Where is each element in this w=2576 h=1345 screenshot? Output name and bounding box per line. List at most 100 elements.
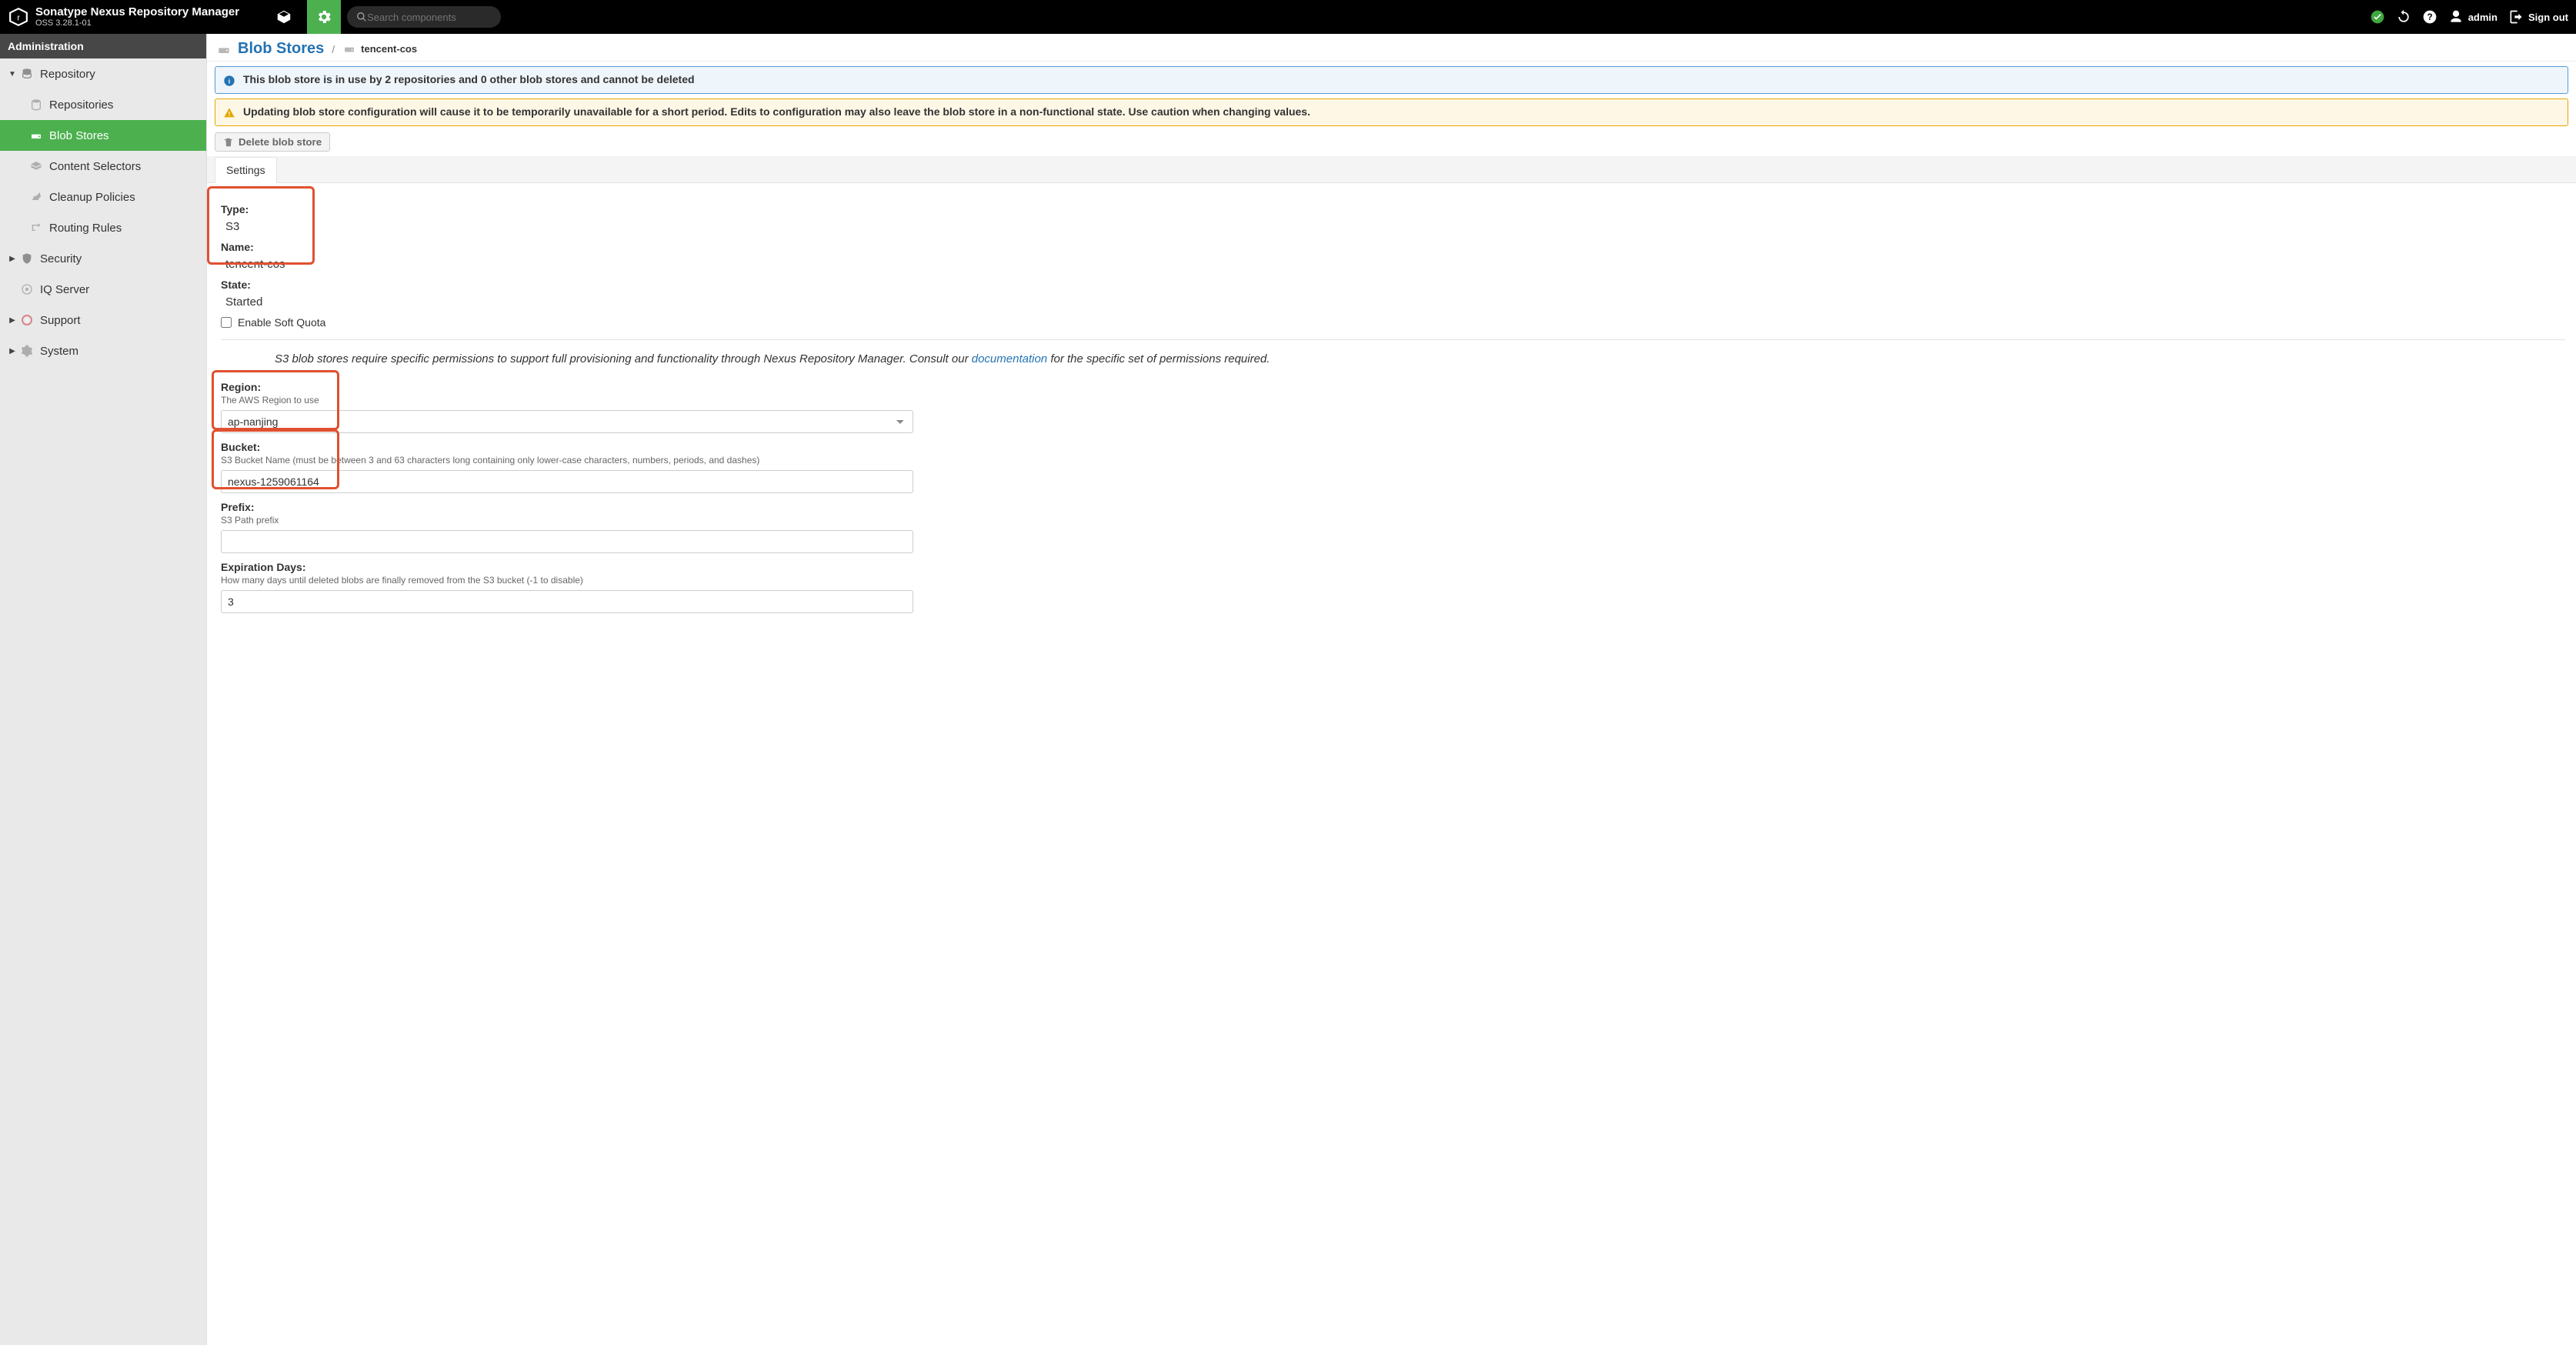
database-icon: [29, 98, 43, 112]
soft-quota-label: Enable Soft Quota: [238, 316, 325, 329]
settings-form: Type: S3 Name: tencent-cos State: Starte…: [207, 183, 2576, 636]
soft-quota-input[interactable]: [221, 317, 232, 328]
browse-mode-button[interactable]: [267, 0, 301, 34]
sidebar-item-routing[interactable]: Routing Rules: [0, 212, 206, 243]
sidebar-item-label: IQ Server: [40, 283, 89, 296]
gear-icon: [20, 344, 34, 358]
help-icon[interactable]: ?: [2422, 9, 2438, 25]
main-content: Blob Stores / tencent-cos i This blob st…: [207, 34, 2576, 1345]
svg-text:i: i: [229, 77, 230, 85]
soft-quota-checkbox[interactable]: Enable Soft Quota: [221, 316, 2565, 329]
sidebar-item-repositories[interactable]: Repositories: [0, 89, 206, 120]
brand-block: Sonatype Nexus Repository Manager OSS 3.…: [35, 6, 239, 28]
search-input[interactable]: [367, 12, 490, 23]
state-label: State:: [221, 279, 2565, 291]
sidebar-item-contentselectors[interactable]: Content Selectors: [0, 151, 206, 182]
product-title: Sonatype Nexus Repository Manager: [35, 6, 239, 19]
search-icon: [356, 12, 367, 22]
sidebar-item-label: System: [40, 345, 78, 358]
info-icon: i: [223, 75, 235, 87]
sidebar-item-iqserver[interactable]: IQ Server: [0, 274, 206, 305]
sidebar-item-cleanup[interactable]: Cleanup Policies: [0, 182, 206, 212]
info-alert-text: This blob store is in use by 2 repositor…: [243, 73, 695, 85]
svg-text:?: ?: [2427, 12, 2432, 22]
sidebar-item-label: Repository: [40, 68, 95, 81]
sidebar-item-repository[interactable]: ▼ Repository: [0, 58, 206, 89]
caret-right-icon: ▶: [8, 316, 17, 325]
sidebar-item-label: Routing Rules: [49, 222, 122, 235]
product-version: OSS 3.28.1-01: [35, 18, 239, 28]
breadcrumb-item-label: tencent-cos: [361, 43, 417, 55]
breadcrumb-separator: /: [332, 43, 335, 55]
bucket-label: Bucket:: [221, 441, 2565, 453]
signout-icon: [2508, 9, 2524, 25]
refresh-icon[interactable]: [2396, 9, 2411, 25]
expiration-label: Expiration Days:: [221, 561, 2565, 573]
shield-icon: [20, 252, 34, 265]
app-header: r Sonatype Nexus Repository Manager OSS …: [0, 0, 2576, 34]
signout-label: Sign out: [2528, 12, 2568, 23]
warning-alert: ! Updating blob store configuration will…: [215, 98, 2568, 126]
broom-icon: [29, 190, 43, 204]
status-ok-icon[interactable]: [2370, 9, 2385, 25]
prefix-hint: S3 Path prefix: [221, 515, 2565, 526]
prefix-input[interactable]: [221, 530, 913, 553]
sidebar-title: Administration: [0, 34, 206, 58]
warning-alert-text: Updating blob store configuration will c…: [243, 105, 1310, 118]
iq-icon: [20, 282, 34, 296]
logo-icon: r: [8, 6, 29, 28]
user-menu[interactable]: admin: [2448, 9, 2498, 25]
name-label: Name:: [221, 241, 2565, 253]
sidebar-item-label: Blob Stores: [49, 129, 109, 142]
sidebar-item-support[interactable]: ▶ Support: [0, 305, 206, 335]
warning-icon: !: [223, 107, 235, 119]
s3-permissions-note: S3 blob stores require specific permissi…: [275, 351, 2565, 369]
bucket-hint: S3 Bucket Name (must be between 3 and 63…: [221, 455, 2565, 466]
breadcrumb-item: tencent-cos: [342, 43, 417, 55]
layers-icon: [29, 159, 43, 173]
header-right: ? admin Sign out: [2370, 9, 2568, 25]
tabs: Settings: [207, 156, 2576, 183]
route-icon: [29, 221, 43, 235]
breadcrumb: Blob Stores / tencent-cos: [207, 34, 2576, 62]
svg-text:r: r: [17, 13, 20, 22]
signout-button[interactable]: Sign out: [2508, 9, 2568, 25]
caret-right-icon: ▶: [8, 255, 17, 263]
harddrive-icon: [216, 44, 230, 55]
lifebuoy-icon: [20, 313, 34, 327]
breadcrumb-section[interactable]: Blob Stores: [238, 40, 324, 58]
expiration-input[interactable]: [221, 590, 913, 613]
user-label: admin: [2468, 12, 2498, 23]
svg-text:!: !: [229, 111, 231, 118]
caret-right-icon: ▶: [8, 347, 17, 355]
tab-settings[interactable]: Settings: [215, 157, 277, 183]
sidebar-item-label: Content Selectors: [49, 160, 141, 173]
state-value: Started: [221, 295, 2565, 309]
info-alert: i This blob store is in use by 2 reposit…: [215, 66, 2568, 94]
harddrive-icon: [29, 128, 43, 142]
sidebar-item-label: Security: [40, 252, 82, 265]
region-label: Region:: [221, 381, 2565, 393]
harddrive-icon: [342, 44, 356, 55]
caret-down-icon: ▼: [8, 70, 17, 78]
sidebar-item-security[interactable]: ▶ Security: [0, 243, 206, 274]
sidebar: Administration ▼ Repository Repositories…: [0, 34, 207, 1345]
search-box[interactable]: [347, 6, 501, 28]
bucket-input[interactable]: [221, 470, 913, 493]
prefix-label: Prefix:: [221, 501, 2565, 513]
delete-blobstore-button[interactable]: Delete blob store: [215, 132, 330, 152]
sidebar-item-label: Repositories: [49, 98, 113, 112]
region-select[interactable]: ap-nanjing: [221, 410, 913, 433]
type-label: Type:: [221, 203, 2565, 215]
database-icon: [20, 67, 34, 81]
type-value: S3: [221, 220, 2565, 233]
admin-mode-button[interactable]: [307, 0, 341, 34]
sidebar-item-label: Support: [40, 314, 81, 327]
sidebar-item-blobstores[interactable]: Blob Stores: [0, 120, 206, 151]
documentation-link[interactable]: documentation: [972, 352, 1047, 365]
name-value: tencent-cos: [221, 258, 2565, 271]
expiration-hint: How many days until deleted blobs are fi…: [221, 575, 2565, 586]
region-hint: The AWS Region to use: [221, 395, 2565, 406]
sidebar-item-label: Cleanup Policies: [49, 191, 135, 204]
sidebar-item-system[interactable]: ▶ System: [0, 335, 206, 366]
